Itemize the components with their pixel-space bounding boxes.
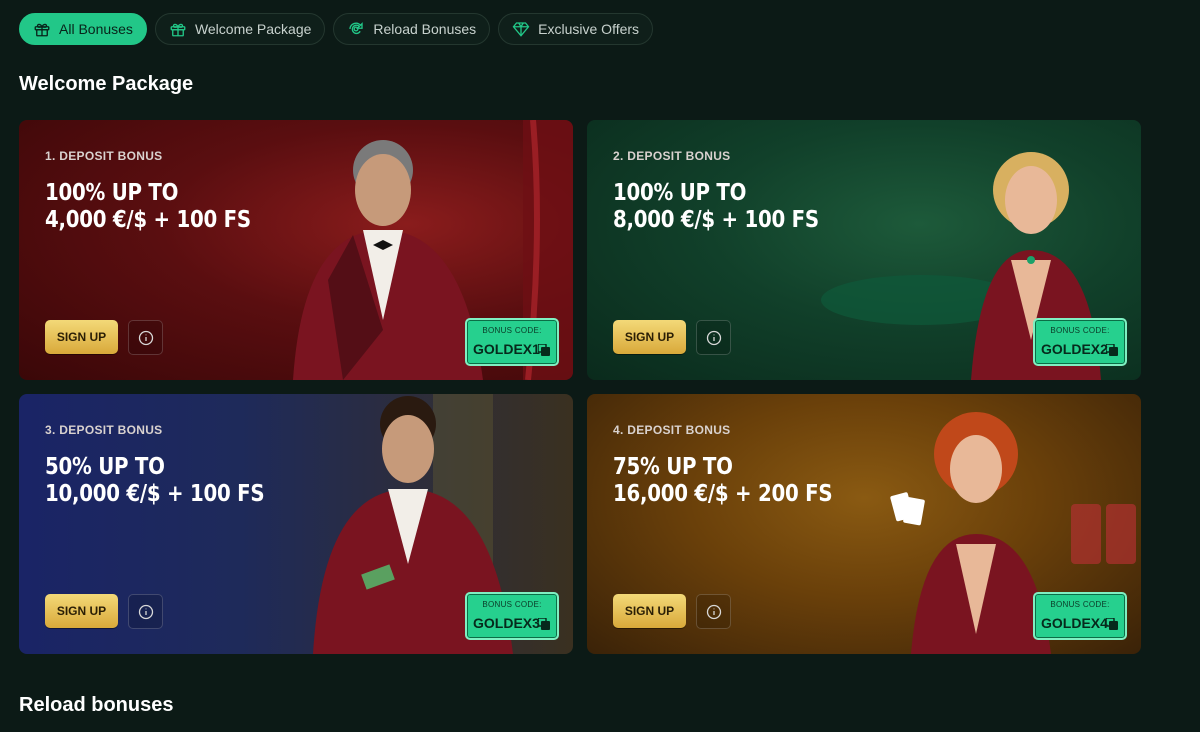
card-kicker: 2. DEPOSIT BONUS — [613, 149, 731, 163]
card-headline: 75% UP TO 16,000 €/$ + 200 FS — [613, 454, 897, 508]
bonus-code-value: GOLDEX4 — [1041, 615, 1108, 631]
headline-line-2: 4,000 €/$ + 100 FS — [45, 207, 251, 233]
tab-reload-bonuses[interactable]: Reload Bonuses — [333, 13, 491, 45]
tab-label: Reload Bonuses — [373, 21, 477, 37]
tab-all-bonuses[interactable]: All Bonuses — [19, 13, 147, 45]
sign-up-button[interactable]: SIGN UP — [613, 594, 686, 628]
bonus-card-3: 3. DEPOSIT BONUS 50% UP TO 10,000 €/$ + … — [19, 394, 573, 654]
gift-icon — [34, 23, 50, 37]
bonus-code-value: GOLDEX1 — [473, 341, 540, 357]
headline-line-2: 16,000 €/$ + 200 FS — [613, 481, 833, 507]
diamond-icon — [512, 22, 530, 37]
info-button[interactable] — [128, 320, 163, 355]
tab-label: Welcome Package — [194, 21, 312, 37]
bonus-code-label: BONUS CODE: — [1050, 326, 1110, 335]
card-headline: 100% UP TO 8,000 €/$ + 100 FS — [613, 180, 897, 234]
bonus-code-box[interactable]: BONUS CODE: GOLDEX1 — [465, 318, 559, 366]
sign-up-button[interactable]: SIGN UP — [45, 594, 118, 628]
card-kicker: 4. DEPOSIT BONUS — [613, 423, 731, 437]
copy-icon — [538, 618, 550, 630]
card-headline: 50% UP TO 10,000 €/$ + 100 FS — [45, 454, 329, 508]
headline-line-1: 100% UP TO — [45, 180, 179, 206]
headline-line-2: 8,000 €/$ + 100 FS — [613, 207, 819, 233]
bonus-code-label: BONUS CODE: — [482, 326, 542, 335]
info-icon — [706, 330, 721, 345]
card-headline: 100% UP TO 4,000 €/$ + 100 FS — [45, 180, 329, 234]
bonus-card-2: 2. DEPOSIT BONUS 100% UP TO 8,000 €/$ + … — [587, 120, 1141, 380]
bonus-filter-tabs: All Bonuses Welcome Package Reload Bonus… — [19, 13, 654, 45]
headline-line-2: 10,000 €/$ + 100 FS — [45, 481, 265, 507]
tab-label: Exclusive Offers — [538, 21, 640, 37]
card-kicker: 3. DEPOSIT BONUS — [45, 423, 163, 437]
bonus-code-label: BONUS CODE: — [1050, 600, 1110, 609]
headline-line-1: 100% UP TO — [613, 180, 747, 206]
sign-up-button[interactable]: SIGN UP — [45, 320, 118, 354]
reload-icon — [349, 22, 364, 35]
section-title-reload: Reload bonuses — [19, 694, 174, 716]
info-icon — [138, 604, 153, 619]
sign-up-button[interactable]: SIGN UP — [613, 320, 686, 354]
card-kicker: 1. DEPOSIT BONUS — [45, 149, 163, 163]
tab-label: All Bonuses — [59, 21, 133, 37]
bonus-code-value: GOLDEX3 — [473, 615, 540, 631]
bonus-card-1: 1. DEPOSIT BONUS 100% UP TO 4,000 €/$ + … — [19, 120, 573, 380]
bonus-code-label: BONUS CODE: — [482, 600, 542, 609]
info-button[interactable] — [696, 594, 731, 629]
gift-icon — [170, 23, 186, 37]
copy-icon — [1106, 618, 1118, 630]
bonus-card-4: 4. DEPOSIT BONUS 75% UP TO 16,000 €/$ + … — [587, 394, 1141, 654]
bonus-code-box[interactable]: BONUS CODE: GOLDEX4 — [1033, 592, 1127, 640]
tab-welcome-package[interactable]: Welcome Package — [154, 13, 326, 45]
bonus-code-box[interactable]: BONUS CODE: GOLDEX2 — [1033, 318, 1127, 366]
section-title-welcome: Welcome Package — [19, 73, 194, 95]
headline-line-1: 50% UP TO — [45, 454, 165, 480]
copy-icon — [538, 344, 550, 356]
info-icon — [138, 330, 153, 345]
info-button[interactable] — [128, 594, 163, 629]
bonus-code-box[interactable]: BONUS CODE: GOLDEX3 — [465, 592, 559, 640]
headline-line-1: 75% UP TO — [613, 454, 733, 480]
info-button[interactable] — [696, 320, 731, 355]
copy-icon — [1106, 344, 1118, 356]
info-icon — [706, 604, 721, 619]
bonus-code-value: GOLDEX2 — [1041, 341, 1108, 357]
tab-exclusive-offers[interactable]: Exclusive Offers — [498, 13, 654, 45]
